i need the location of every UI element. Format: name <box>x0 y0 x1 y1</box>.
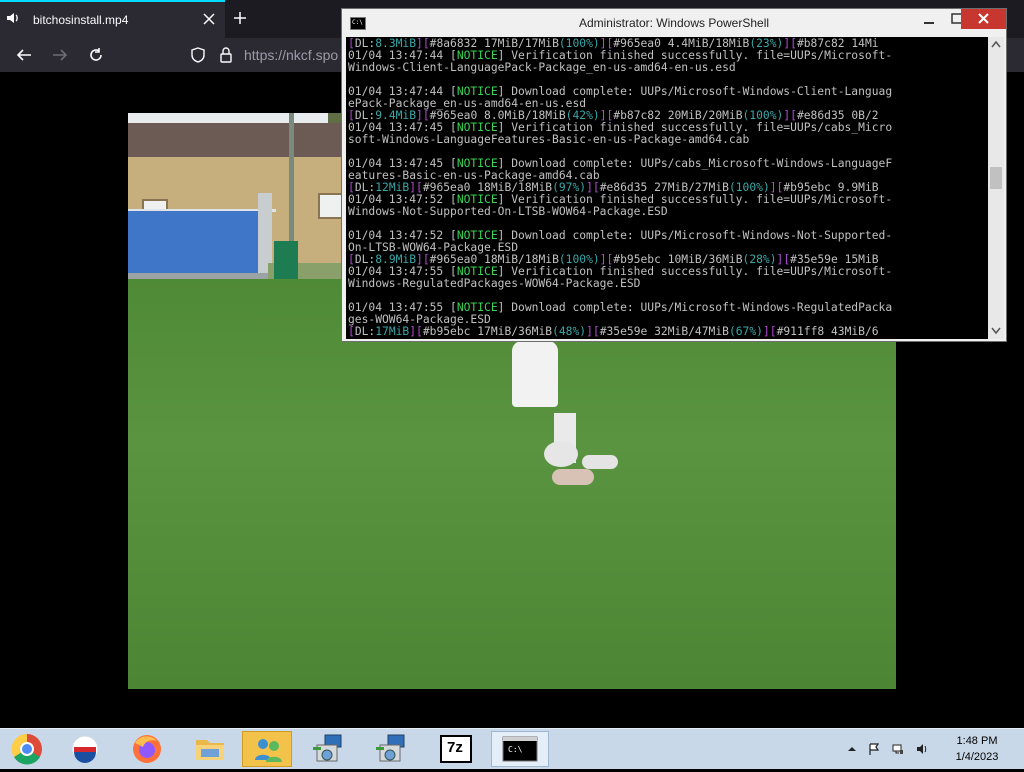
console-text: (48%) <box>552 325 587 338</box>
console-text: ][ <box>586 325 600 338</box>
show-hidden-icons-icon[interactable] <box>846 743 858 755</box>
console-text: ] Download complete: UUPs/Microsoft-Wind… <box>497 301 893 314</box>
console-text: DL: <box>354 325 376 338</box>
network-installer-icon <box>313 734 342 762</box>
minimize-icon[interactable] <box>914 9 944 29</box>
console-text: #35e59e 32MiB/47MiB <box>599 325 729 338</box>
network-installer-2-icon <box>376 734 405 762</box>
7zip-label: 7z <box>447 739 463 756</box>
powershell-console[interactable]: [DL:8.3MiB][#8a6832 17MiB/17MiB(100%)][#… <box>346 37 988 339</box>
taskbar-firefox[interactable] <box>122 731 172 767</box>
opera-icon <box>71 735 99 763</box>
video-frame-shoe <box>552 469 594 485</box>
video-frame-stands <box>128 211 268 281</box>
console-text: ][ <box>409 325 423 338</box>
console-text: Windows-Client-LanguagePack-Package_en-u… <box>348 61 736 74</box>
console-text: Windows-Not-Supported-On-LTSB-WOW64-Pack… <box>348 205 668 218</box>
powershell-window[interactable]: C:\ Administrator: Windows PowerShell [D… <box>341 8 1007 342</box>
taskbar-network-installer[interactable] <box>305 731 355 767</box>
console-text: soft-Windows-LanguageFeatures-Basic-en-u… <box>348 133 750 146</box>
close-window-icon[interactable] <box>961 9 1006 29</box>
taskbar-clock[interactable]: 1:48 PM 1/4/2023 <box>944 733 1010 765</box>
console-text: [ <box>348 325 355 338</box>
close-tab-icon[interactable] <box>202 12 216 26</box>
taskbar: 7z C:\ 1:48 PM 1/4/2023 <box>0 728 1024 769</box>
taskbar-network-installer-2[interactable] <box>368 731 418 767</box>
taskbar-chrome[interactable] <box>2 731 52 767</box>
users-icon <box>255 739 282 762</box>
console-text: 17MiB <box>375 325 410 338</box>
back-icon[interactable] <box>15 46 33 64</box>
clock-time: 1:48 PM <box>956 735 998 747</box>
video-frame-player <box>512 341 558 407</box>
clock-date: 1/4/2023 <box>955 751 999 763</box>
console-line: Windows-RegulatedPackages-WOW64-Package.… <box>348 278 988 290</box>
new-tab-icon[interactable] <box>233 11 247 25</box>
shield-icon[interactable] <box>189 46 207 64</box>
console-text: ][ <box>762 325 777 338</box>
scroll-down-icon[interactable] <box>991 327 1001 335</box>
taskbar-7zip[interactable]: 7z <box>431 731 481 767</box>
network-icon[interactable] <box>892 743 904 755</box>
console-text: #911ff8 43MiB/6 <box>776 325 879 338</box>
firefox-icon <box>133 735 161 763</box>
console-line: [DL:17MiB][#b95ebc 17MiB/36MiB(48%)][#35… <box>348 326 988 338</box>
speaker-icon[interactable] <box>6 11 20 25</box>
video-frame-shoe <box>582 455 618 469</box>
scroll-up-icon[interactable] <box>991 40 1001 48</box>
console-line: Windows-Not-Supported-On-LTSB-WOW64-Pack… <box>348 206 988 218</box>
taskbar-opera[interactable] <box>60 731 110 767</box>
taskbar-powershell[interactable]: C:\ <box>491 731 549 767</box>
chrome-icon <box>11 733 42 765</box>
console-text: Windows-RegulatedPackages-WOW64-Package.… <box>348 277 641 290</box>
action-center-flag-icon[interactable] <box>868 743 880 755</box>
console-text: #b95ebc 17MiB/36MiB <box>422 325 553 338</box>
file-explorer-icon <box>196 740 224 760</box>
video-frame-ball <box>544 441 578 467</box>
console-scrollbar[interactable] <box>988 37 1004 339</box>
console-line: Windows-Client-LanguagePack-Package_en-u… <box>348 62 988 74</box>
taskbar-file-explorer[interactable] <box>185 731 235 767</box>
tab-title: bitchosinstall.mp4 <box>33 13 129 27</box>
browser-tab[interactable]: bitchosinstall.mp4 <box>0 0 225 38</box>
reload-icon[interactable] <box>87 46 105 64</box>
url-bar[interactable]: https://nkcf.spo <box>244 47 339 63</box>
console-text: (67%) <box>728 325 763 338</box>
forward-icon[interactable] <box>51 46 69 64</box>
powershell-icon-label: C:\ <box>508 745 523 754</box>
scrollbar-thumb[interactable] <box>990 167 1002 189</box>
lock-icon[interactable] <box>217 46 235 64</box>
powershell-title: Administrator: Windows PowerShell <box>578 16 770 30</box>
console-line: soft-Windows-LanguageFeatures-Basic-en-u… <box>348 134 988 146</box>
powershell-titlebar[interactable]: C:\ Administrator: Windows PowerShell <box>342 9 1006 37</box>
taskbar-users[interactable] <box>242 731 292 767</box>
volume-icon[interactable] <box>916 743 928 755</box>
console-text: ] Download complete: UUPs/Microsoft-Wind… <box>497 229 893 242</box>
